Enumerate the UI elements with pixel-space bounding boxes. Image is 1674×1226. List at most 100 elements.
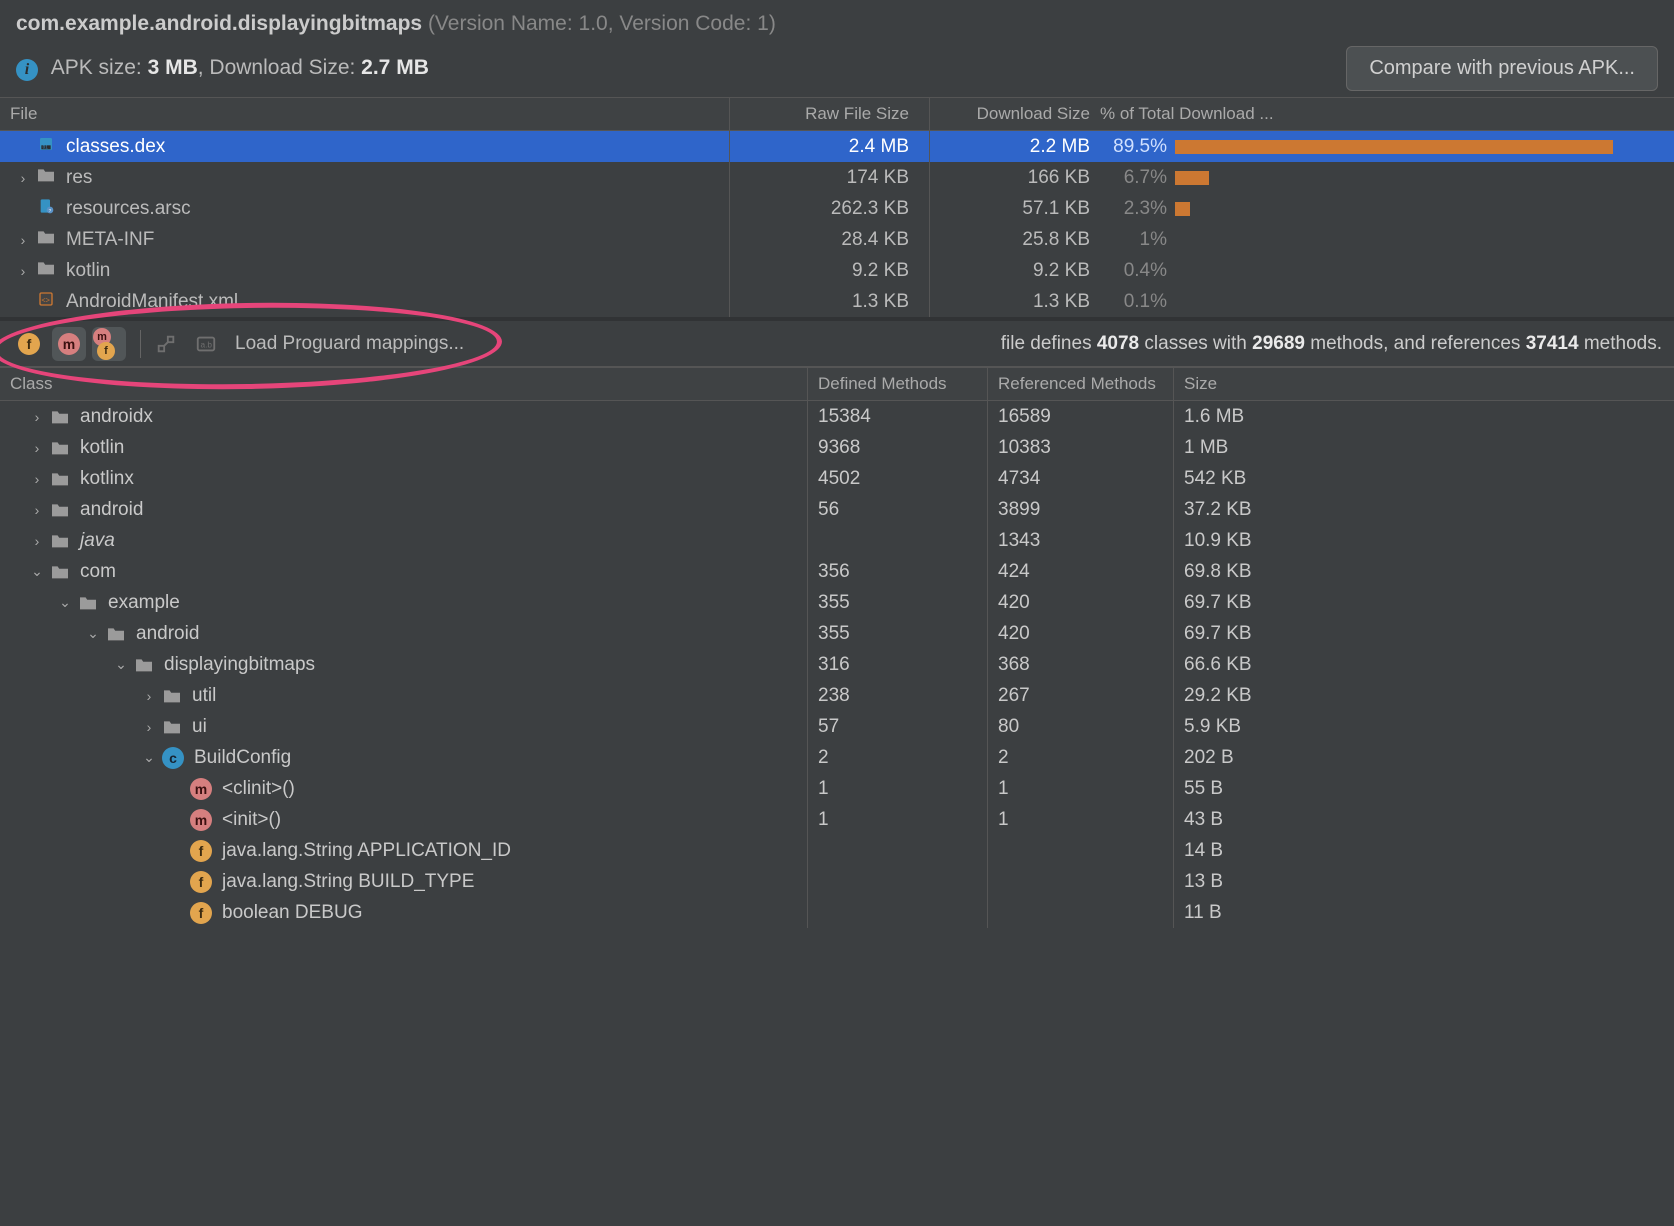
class-size: 69.7 KB xyxy=(1174,587,1674,618)
referenced-methods: 1 xyxy=(988,804,1174,835)
file-icon xyxy=(36,167,66,189)
file-icon: ? xyxy=(36,198,66,220)
pct-bar xyxy=(1175,138,1662,156)
class-size: 55 B xyxy=(1174,773,1674,804)
class-size: 29.2 KB xyxy=(1174,680,1674,711)
show-referenced-button[interactable]: m f xyxy=(92,327,126,361)
expand-arrow-icon[interactable]: › xyxy=(10,232,36,248)
class-size: 69.7 KB xyxy=(1174,618,1674,649)
col-download-size[interactable]: Download Size xyxy=(930,98,1100,130)
col-class[interactable]: Class xyxy=(0,368,808,400)
expand-arrow-icon[interactable]: › xyxy=(136,688,162,704)
col-pct-download[interactable]: % of Total Download ... xyxy=(1100,98,1674,130)
class-row[interactable]: ›androidx15384165891.6 MB xyxy=(0,401,1674,432)
class-size: 66.6 KB xyxy=(1174,649,1674,680)
file-row[interactable]: <>AndroidManifest.xml1.3 KB1.3 KB0.1% xyxy=(0,286,1674,317)
file-row[interactable]: ›res174 KB166 KB6.7% xyxy=(0,162,1674,193)
col-size[interactable]: Size xyxy=(1174,368,1674,400)
referenced-methods: 420 xyxy=(988,618,1174,649)
referenced-methods: 420 xyxy=(988,587,1174,618)
expand-arrow-icon[interactable]: › xyxy=(10,170,36,186)
class-row[interactable]: m<clinit>()1155 B xyxy=(0,773,1674,804)
class-row[interactable]: fjava.lang.String BUILD_TYPE13 B xyxy=(0,866,1674,897)
pct-text: 0.4% xyxy=(1100,260,1175,282)
defined-methods xyxy=(808,866,988,897)
file-row[interactable]: ?resources.arsc262.3 KB57.1 KB2.3% xyxy=(0,193,1674,224)
dex-toolbar: f m m f a.b Load Proguard mappings... fi… xyxy=(0,317,1674,367)
show-fields-button[interactable]: f xyxy=(12,327,46,361)
class-name: <clinit>() xyxy=(222,778,295,800)
col-file[interactable]: File xyxy=(0,98,730,130)
show-methods-button[interactable]: m xyxy=(52,327,86,361)
file-icon xyxy=(36,260,66,282)
defined-methods: 1 xyxy=(808,773,988,804)
referenced-methods: 80 xyxy=(988,711,1174,742)
class-row[interactable]: ⌄example35542069.7 KB xyxy=(0,587,1674,618)
expand-arrow-icon[interactable]: ⌄ xyxy=(80,625,106,642)
class-row[interactable]: ›kotlinx45024734542 KB xyxy=(0,463,1674,494)
download-size: 57.1 KB xyxy=(930,193,1100,224)
referenced-methods xyxy=(988,866,1174,897)
class-size: 10.9 KB xyxy=(1174,525,1674,556)
expand-arrow-icon[interactable]: ⌄ xyxy=(108,656,134,673)
expand-arrow-icon[interactable]: › xyxy=(136,719,162,735)
class-row[interactable]: fjava.lang.String APPLICATION_ID14 B xyxy=(0,835,1674,866)
class-row[interactable]: ⌄com35642469.8 KB xyxy=(0,556,1674,587)
class-name: displayingbitmaps xyxy=(164,654,315,676)
expand-arrow-icon[interactable]: › xyxy=(24,471,50,487)
expand-arrow-icon[interactable]: ⌄ xyxy=(52,594,78,611)
field-icon: f xyxy=(190,902,212,924)
expand-arrow-icon[interactable]: › xyxy=(10,263,36,279)
referenced-methods: 424 xyxy=(988,556,1174,587)
raw-size: 174 KB xyxy=(730,162,930,193)
class-name: kotlin xyxy=(80,437,124,459)
class-row[interactable]: m<init>()1143 B xyxy=(0,804,1674,835)
class-size: 11 B xyxy=(1174,897,1674,928)
defined-methods: 355 xyxy=(808,618,988,649)
file-icon xyxy=(36,229,66,251)
expand-arrow-icon[interactable]: › xyxy=(24,409,50,425)
referenced-methods: 4734 xyxy=(988,463,1174,494)
method-icon: m xyxy=(190,778,212,800)
file-row[interactable]: 01classes.dex2.4 MB2.2 MB89.5% xyxy=(0,131,1674,162)
navigate-button xyxy=(149,327,183,361)
col-raw-size[interactable]: Raw File Size xyxy=(730,98,930,130)
field-icon: f xyxy=(190,871,212,893)
class-row[interactable]: ›util23826729.2 KB xyxy=(0,680,1674,711)
defined-methods: 316 xyxy=(808,649,988,680)
raw-size: 28.4 KB xyxy=(730,224,930,255)
class-row[interactable]: ›ui57805.9 KB xyxy=(0,711,1674,742)
expand-arrow-icon[interactable]: ⌄ xyxy=(24,563,50,580)
download-size: 166 KB xyxy=(930,162,1100,193)
class-name: kotlinx xyxy=(80,468,134,490)
class-name: util xyxy=(192,685,216,707)
defined-methods: 4502 xyxy=(808,463,988,494)
class-row[interactable]: ›java134310.9 KB xyxy=(0,525,1674,556)
load-proguard-mappings-link[interactable]: Load Proguard mappings... xyxy=(235,333,464,355)
file-icon: 01 xyxy=(36,136,66,158)
class-row[interactable]: fboolean DEBUG11 B xyxy=(0,897,1674,928)
expand-arrow-icon[interactable]: › xyxy=(24,440,50,456)
referenced-methods: 368 xyxy=(988,649,1174,680)
pct-bar xyxy=(1175,169,1662,187)
expand-arrow-icon[interactable]: › xyxy=(24,502,50,518)
class-row[interactable]: ⌄android35542069.7 KB xyxy=(0,618,1674,649)
class-row[interactable]: ⌄ displayingbitmaps 31636866.6 KB xyxy=(0,649,1674,680)
col-referenced-methods[interactable]: Referenced Methods xyxy=(988,368,1174,400)
file-row[interactable]: ›META-INF28.4 KB25.8 KB1% xyxy=(0,224,1674,255)
file-row[interactable]: ›kotlin9.2 KB9.2 KB0.4% xyxy=(0,255,1674,286)
defined-methods xyxy=(808,897,988,928)
expand-arrow-icon[interactable]: ⌄ xyxy=(136,749,162,766)
col-defined-methods[interactable]: Defined Methods xyxy=(808,368,988,400)
download-size: 2.7 MB xyxy=(361,56,429,79)
class-row[interactable]: ›android56389937.2 KB xyxy=(0,494,1674,525)
class-size: 69.8 KB xyxy=(1174,556,1674,587)
dex-summary: file defines 4078 classes with 29689 met… xyxy=(1001,333,1662,355)
class-row[interactable]: ›kotlin9368103831 MB xyxy=(0,432,1674,463)
file-icon: <> xyxy=(36,291,66,313)
raw-size: 262.3 KB xyxy=(730,193,930,224)
expand-arrow-icon[interactable]: › xyxy=(24,533,50,549)
class-size: 1 MB xyxy=(1174,432,1674,463)
class-row[interactable]: ⌄cBuildConfig22202 B xyxy=(0,742,1674,773)
compare-previous-apk-button[interactable]: Compare with previous APK... xyxy=(1346,46,1658,91)
